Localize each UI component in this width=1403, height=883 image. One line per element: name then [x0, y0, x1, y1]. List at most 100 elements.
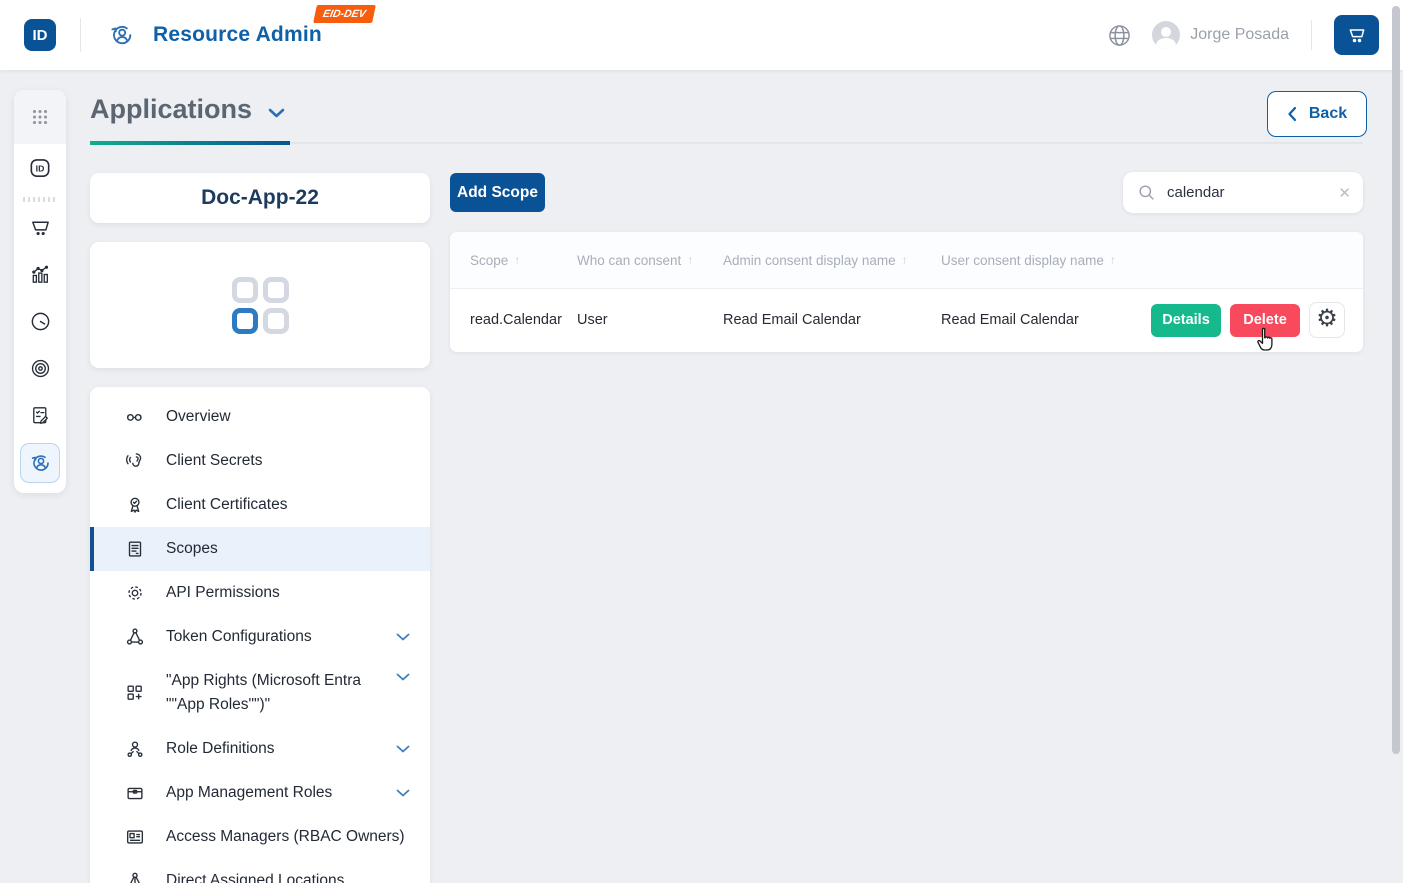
column-header-scope[interactable]: Scope ↑	[470, 253, 577, 268]
nav-item-overview[interactable]: Overview	[90, 395, 430, 439]
back-button[interactable]: Back	[1267, 91, 1367, 137]
rail-item-gauge[interactable]	[14, 298, 66, 345]
nav-item-token-configurations[interactable]: Token Configurations	[90, 615, 430, 659]
back-label: Back	[1309, 105, 1347, 123]
svg-text:ID: ID	[36, 163, 45, 173]
rail-item-fingerprint[interactable]	[14, 345, 66, 392]
app-placeholder-logo-icon	[232, 277, 289, 334]
sort-asc-icon[interactable]: ↑	[1110, 253, 1116, 267]
nav-item-direct-assigned-locations[interactable]: Direct Assigned Locations	[90, 859, 430, 883]
gear-icon: ⚙	[1316, 307, 1338, 331]
cart-icon	[1347, 25, 1367, 45]
sort-asc-icon[interactable]: ↑	[514, 253, 520, 267]
app-detail-nav: Overview Client Secrets Client Certi	[90, 387, 430, 883]
user-sync-icon	[28, 451, 52, 475]
rail-item-id[interactable]: ID	[14, 144, 66, 191]
rail-dots-divider	[23, 197, 57, 202]
nav-label: Direct Assigned Locations	[166, 869, 410, 883]
nav-item-access-managers[interactable]: Access Managers (RBAC Owners)	[90, 815, 430, 859]
header-divider	[80, 18, 81, 52]
cell-user-consent-display-name: Read Email Calendar	[941, 312, 1151, 328]
fingerprint-icon	[29, 357, 52, 380]
grid-icon	[29, 106, 51, 128]
nav-label: Role Definitions	[166, 737, 376, 761]
id-card-icon	[124, 826, 146, 848]
nav-item-app-rights[interactable]: "App Rights (Microsoft Entra ""App Roles…	[90, 659, 430, 727]
rail-item-resource-admin[interactable]	[20, 443, 60, 483]
row-actions: Details Delete ⚙	[1151, 302, 1345, 338]
sort-asc-icon[interactable]: ↑	[902, 253, 908, 267]
user-menu[interactable]: Jorge Posada	[1152, 21, 1289, 49]
add-scope-button[interactable]: Add Scope	[450, 173, 545, 212]
app-logo-card	[90, 242, 430, 368]
nav-item-role-definitions[interactable]: Role Definitions	[90, 727, 430, 771]
row-settings-button[interactable]: ⚙	[1309, 302, 1345, 338]
chevron-down-icon[interactable]	[396, 673, 410, 681]
app-title: Resource Admin	[153, 23, 322, 47]
page-title: Applications	[90, 94, 252, 125]
sort-asc-icon[interactable]: ↑	[687, 253, 693, 267]
rail-item-doc-edit[interactable]	[14, 392, 66, 439]
search-icon	[1137, 183, 1156, 202]
nav-item-scopes[interactable]: Scopes	[90, 527, 430, 571]
cell-admin-consent-display-name: Read Email Calendar	[723, 312, 941, 328]
details-button[interactable]: Details	[1151, 304, 1221, 337]
nav-label: Token Configurations	[166, 625, 376, 649]
app-name: Doc-App-22	[201, 186, 319, 210]
nav-label: API Permissions	[166, 581, 410, 605]
header-divider	[1311, 20, 1312, 50]
app-name-card: Doc-App-22	[90, 173, 430, 223]
cart-button[interactable]	[1334, 15, 1379, 55]
column-header-who-can-consent[interactable]: Who can consent ↑	[577, 253, 723, 268]
chevron-down-icon[interactable]	[396, 633, 410, 641]
cell-who-can-consent: User	[577, 312, 723, 328]
glasses-icon	[124, 406, 146, 428]
page-title-dropdown[interactable]: Applications	[90, 94, 285, 125]
resource-admin-page: ID Resource Admin EID-DEV	[0, 0, 1403, 883]
table-row: read.Calendar User Read Email Calendar R…	[450, 289, 1363, 351]
app-switcher-rail: ID	[14, 90, 66, 493]
rail-item-analytics[interactable]	[14, 251, 66, 298]
gear-icon	[124, 582, 146, 604]
waffle-menu-button[interactable]	[14, 90, 66, 144]
chevron-down-icon[interactable]	[396, 789, 410, 797]
table-header-row: Scope ↑ Who can consent ↑ Admin consent …	[450, 232, 1363, 289]
scopes-doc-icon	[124, 538, 146, 560]
nav-item-client-certificates[interactable]: Client Certificates	[90, 483, 430, 527]
user-name: Jorge Posada	[1190, 26, 1289, 44]
nav-label: "App Rights (Microsoft Entra ""App Roles…	[166, 669, 376, 717]
title-underline	[90, 142, 1363, 144]
nav-item-client-secrets[interactable]: Client Secrets	[90, 439, 430, 483]
top-header: ID Resource Admin EID-DEV	[0, 0, 1403, 70]
token-network-icon	[124, 626, 146, 648]
nav-item-app-management-roles[interactable]: App Management Roles	[90, 771, 430, 815]
grid-plus-icon	[124, 682, 146, 704]
clear-search-icon[interactable]: ✕	[1338, 184, 1351, 202]
document-edit-icon	[29, 404, 52, 427]
nav-label: Client Secrets	[166, 449, 410, 473]
scope-search: ✕	[1123, 172, 1363, 213]
company-logo[interactable]: ID	[24, 19, 56, 51]
avatar	[1152, 21, 1180, 49]
delete-button[interactable]: Delete	[1230, 304, 1300, 337]
search-input[interactable]	[1167, 184, 1327, 201]
nav-item-api-permissions[interactable]: API Permissions	[90, 571, 430, 615]
chevron-left-icon	[1287, 106, 1297, 122]
nav-label: Overview	[166, 405, 410, 429]
column-header-admin-consent-display-name[interactable]: Admin consent display name ↑	[723, 253, 941, 268]
ear-icon	[124, 450, 146, 472]
toolbox-icon	[124, 782, 146, 804]
nav-label: Scopes	[166, 537, 410, 561]
column-header-user-consent-display-name[interactable]: User consent display name ↑	[941, 253, 1151, 268]
id-badge-icon: ID	[27, 155, 53, 181]
cell-scope: read.Calendar	[470, 312, 577, 328]
cart-icon	[29, 216, 52, 239]
chevron-down-icon[interactable]	[396, 745, 410, 753]
logo-text: ID	[33, 27, 48, 44]
nav-label: Client Certificates	[166, 493, 410, 517]
role-person-icon	[124, 738, 146, 760]
hierarchy-icon	[124, 870, 146, 883]
vertical-scrollbar[interactable]	[1392, 6, 1400, 754]
rail-item-cart[interactable]	[14, 204, 66, 251]
globe-icon[interactable]	[1107, 23, 1132, 48]
